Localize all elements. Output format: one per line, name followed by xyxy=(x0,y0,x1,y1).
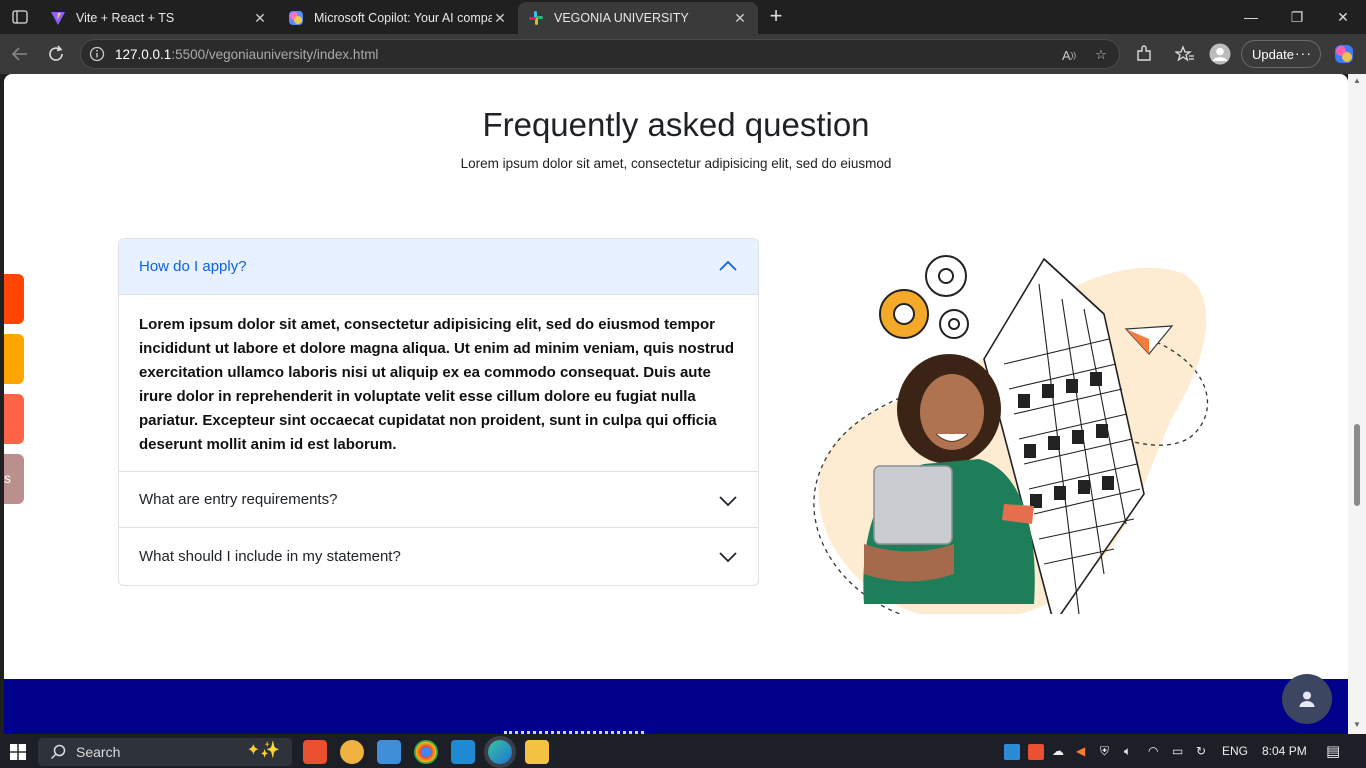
restore-icon[interactable]: ❐ xyxy=(1274,6,1320,28)
extensions-icon[interactable] xyxy=(1132,42,1156,66)
read-aloud-icon[interactable]: A)) xyxy=(1059,45,1079,65)
edge-icon[interactable] xyxy=(488,740,512,764)
side-tab-4[interactable]: s xyxy=(4,454,24,504)
app-icon[interactable] xyxy=(340,740,364,764)
profile-avatar-icon[interactable] xyxy=(1208,42,1232,66)
browser-tab-bar: Vite + React + TS ✕ Microsoft Copilot: Y… xyxy=(0,0,1366,34)
xampp-icon[interactable] xyxy=(303,740,327,764)
notifications-icon[interactable]: ▤ xyxy=(1326,742,1340,760)
volume-icon[interactable]: 🔈︎ xyxy=(1124,744,1131,759)
accordion-toggle-entry-requirements[interactable]: What are entry requirements? xyxy=(119,472,758,528)
close-tab-icon[interactable]: ✕ xyxy=(732,10,748,27)
windows-taskbar: Search ✦✨ ☁ ◀ ⛨ 🔈︎ ◠ ▭ ↻ ENG 8:04 PM ▤ xyxy=(0,736,1366,768)
footer-section xyxy=(4,679,1348,734)
language-indicator[interactable]: ENG xyxy=(1222,744,1248,758)
accordion-toggle-statement[interactable]: What should I include in my statement? xyxy=(119,528,758,585)
accordion-toggle-apply[interactable]: How do I apply? xyxy=(119,239,758,295)
tray-app-icon[interactable] xyxy=(1004,744,1020,760)
tab-vite[interactable]: Vite + React + TS ✕ xyxy=(40,2,278,34)
footer-heading-peek xyxy=(474,731,674,734)
clock[interactable]: 8:04 PM xyxy=(1262,744,1307,758)
tab-copilot[interactable]: Microsoft Copilot: Your AI compa ✕ xyxy=(278,2,518,34)
taskbar-search[interactable]: Search ✦✨ xyxy=(38,738,292,766)
tab-vegonia[interactable]: VEGONIA UNIVERSITY ✕ xyxy=(518,2,758,34)
url-text: 127.0.0.1:5500/vegoniauniversity/index.h… xyxy=(115,47,379,62)
vite-icon xyxy=(51,12,65,25)
file-explorer-icon[interactable] xyxy=(525,740,549,764)
browser-nav-bar: 127.0.0.1:5500/vegoniauniversity/index.h… xyxy=(0,34,1366,74)
security-shield-icon[interactable]: ⛨ xyxy=(1100,744,1109,759)
vscode-icon[interactable] xyxy=(451,740,475,764)
tab-actions-icon[interactable] xyxy=(8,6,32,28)
close-tab-icon[interactable]: ✕ xyxy=(252,10,268,27)
chat-avatar-button[interactable] xyxy=(1282,674,1332,724)
scroll-down-icon[interactable]: ▼ xyxy=(1352,720,1362,729)
scroll-thumb[interactable] xyxy=(1354,424,1360,506)
chevron-down-icon xyxy=(719,496,737,507)
chevron-up-icon xyxy=(719,260,737,271)
sync-icon[interactable]: ↻ xyxy=(1196,744,1206,758)
accordion-item: What are entry requirements? xyxy=(119,472,758,528)
update-button[interactable]: Update ··· xyxy=(1241,40,1321,68)
scroll-up-icon[interactable]: ▲ xyxy=(1352,76,1362,85)
copilot-sidebar-icon[interactable] xyxy=(1332,42,1356,66)
chrome-icon[interactable] xyxy=(414,740,438,764)
chevron-down-icon xyxy=(719,552,737,563)
gear-icon xyxy=(879,255,969,339)
side-tab-1[interactable] xyxy=(4,274,24,324)
close-window-icon[interactable]: ✕ xyxy=(1320,6,1366,28)
favorites-icon[interactable] xyxy=(1173,42,1197,66)
copilot-icon xyxy=(289,11,303,25)
side-tab-3[interactable] xyxy=(4,394,24,444)
close-tab-icon[interactable]: ✕ xyxy=(492,10,508,27)
accordion-answer: Lorem ipsum dolor sit amet, consectetur … xyxy=(119,295,758,472)
user-icon xyxy=(1299,691,1315,707)
site-info-icon[interactable] xyxy=(89,46,105,62)
faq-accordion: How do I apply? Lorem ipsum dolor sit am… xyxy=(118,238,759,586)
page-viewport: Frequently asked question Lorem ipsum do… xyxy=(4,74,1348,734)
more-icon[interactable]: ··· xyxy=(1295,45,1312,61)
display-icon[interactable] xyxy=(377,740,401,764)
windows-start-icon[interactable] xyxy=(10,744,26,765)
page-scrollbar[interactable]: ▲ ▼ xyxy=(1348,74,1366,734)
favorite-star-icon[interactable]: ☆ xyxy=(1091,45,1111,65)
accordion-item: What should I include in my statement? xyxy=(119,528,758,585)
slack-icon xyxy=(529,11,543,25)
accordion-item: How do I apply? Lorem ipsum dolor sit am… xyxy=(119,239,758,472)
search-icon xyxy=(50,744,66,760)
student-illustration xyxy=(804,255,1214,634)
tray-xampp-icon[interactable] xyxy=(1028,744,1044,760)
faq-heading: Frequently asked question xyxy=(482,106,870,143)
battery-icon[interactable]: ▭ xyxy=(1172,744,1183,758)
back-icon[interactable] xyxy=(8,42,32,66)
alert-icon[interactable]: ◀ xyxy=(1076,744,1085,758)
sparkle-icon: ✦✨ xyxy=(246,742,280,759)
new-tab-icon[interactable]: + xyxy=(764,5,788,29)
side-tab-2[interactable] xyxy=(4,334,24,384)
cloud-icon[interactable]: ☁ xyxy=(1052,744,1064,758)
wifi-icon[interactable]: ◠ xyxy=(1148,744,1158,758)
faq-subtitle: Lorem ipsum dolor sit amet, consectetur … xyxy=(460,156,892,171)
refresh-icon[interactable] xyxy=(44,42,68,66)
minimize-icon[interactable]: — xyxy=(1228,6,1274,28)
address-bar[interactable]: 127.0.0.1:5500/vegoniauniversity/index.h… xyxy=(80,39,1120,69)
